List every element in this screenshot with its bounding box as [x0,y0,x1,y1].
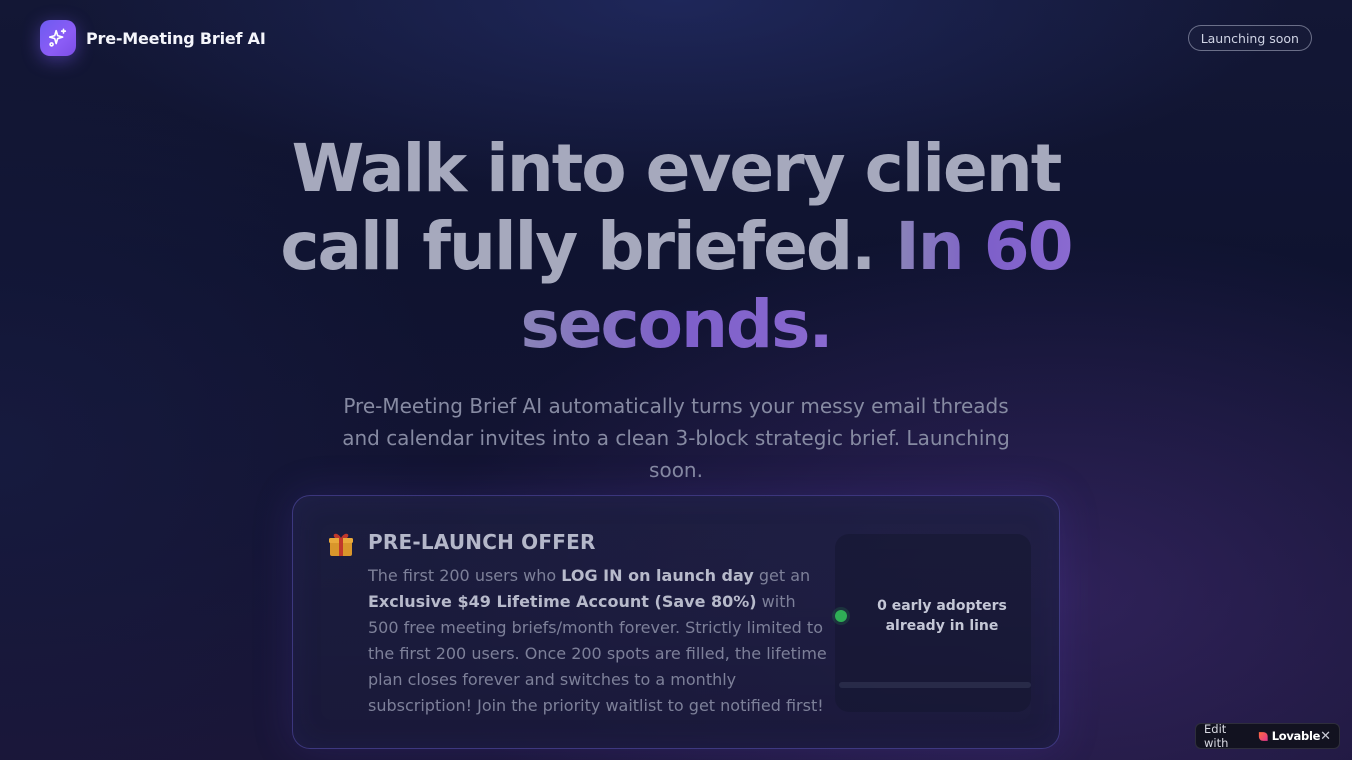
offer-emphasis: LOG IN on launch day [561,566,754,585]
brand-name: Pre-Meeting Brief AI [86,28,266,48]
offer-title: PRE-LAUNCH OFFER [368,530,596,554]
top-nav: Pre-Meeting Brief AI Launching soon [40,20,1312,56]
edit-with-label: Edit with [1204,722,1229,750]
offer-text: get an [753,566,811,585]
offer-emphasis: Exclusive $49 Lifetime Account (Save 80%… [368,592,757,611]
hero-title-line1: Walk into every client [291,130,1063,207]
edit-with-lovable-badge[interactable]: Edit with Lovable ✕ [1195,722,1340,750]
launching-soon-badge: Launching soon [1187,25,1312,51]
signup-progress-bar [839,682,1031,688]
live-status-dot [835,610,847,622]
sparkles-icon [40,20,76,56]
prelaunch-offer-card: PRE-LAUNCH OFFER The first 200 users who… [292,495,1060,749]
brand-link[interactable]: Pre-Meeting Brief AI [40,20,266,56]
counter-text: 0 early adopters already in line [877,598,1007,634]
offer-description: The first 200 users who LOG IN on launch… [368,563,828,719]
hero-title-line2: call fully briefed. [280,208,876,285]
offer-text: The first 200 users who [368,566,562,585]
close-icon[interactable]: ✕ [1320,730,1331,743]
lovable-wordmark: Lovable [1271,729,1321,743]
hero-subtitle: Pre-Meeting Brief AI automatically turns… [342,394,1010,482]
lovable-heart-icon [1259,731,1268,741]
hero-title-accent: In 60 [895,208,1073,285]
gift-icon [327,530,355,558]
early-adopter-counter: 0 early adopters already in line [835,534,1031,712]
hero-title-accent-line3: seconds. [520,286,833,363]
counter-row: 0 early adopters already in line [835,596,1031,636]
hero-title: Walk into every client call fully briefe… [226,130,1126,364]
